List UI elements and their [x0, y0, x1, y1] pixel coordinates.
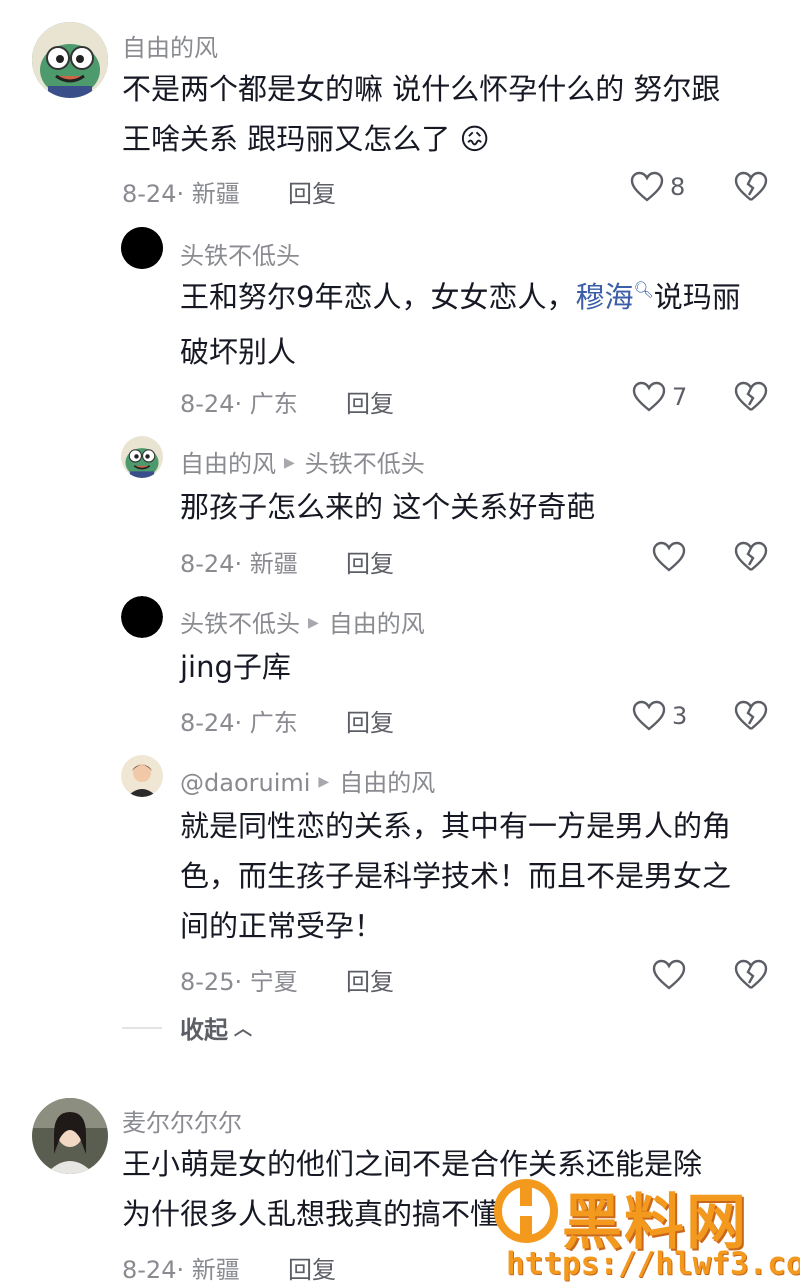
person-photo-avatar-icon — [121, 755, 163, 797]
watermark-url: https://hlwf3.com — [506, 1246, 800, 1282]
comment-author[interactable]: 麦尔尔尔尔 — [122, 1103, 242, 1138]
avatar[interactable] — [121, 755, 163, 797]
comment-meta: 8-24· 广东 — [180, 390, 298, 418]
avatar[interactable] — [121, 596, 163, 638]
comment-author[interactable]: 头铁不低头 — [180, 236, 300, 271]
heart-icon — [652, 541, 686, 572]
dislike-button[interactable] — [734, 700, 768, 736]
reply-button[interactable]: 回复 — [346, 384, 394, 419]
dislike-button[interactable] — [734, 541, 768, 577]
watermark: 黑料网 https://hlwf3.com — [490, 1170, 800, 1288]
comment-meta: 8-24· 新疆 — [180, 550, 298, 578]
broken-heart-icon — [734, 381, 768, 411]
broken-heart-icon — [734, 959, 768, 989]
comment-author[interactable]: @daoruimi — [180, 769, 310, 797]
avatar[interactable] — [32, 1098, 108, 1174]
reply-to-author[interactable]: 头铁不低头 — [305, 450, 425, 478]
black-circle-avatar-icon — [121, 596, 163, 638]
collapse-replies-button[interactable]: 收起 ︿ — [122, 1010, 252, 1045]
heart-icon — [632, 381, 666, 412]
play-arrow-icon: ▶ — [284, 455, 295, 471]
broken-heart-icon — [734, 171, 768, 201]
comment-author[interactable]: 头铁不低头 — [180, 610, 300, 638]
reply-to-author[interactable]: 自由的风 — [339, 769, 435, 797]
comment-text: 那孩子怎么来的 这个关系好奇葩 — [180, 490, 596, 524]
reply-to-author[interactable]: 自由的风 — [329, 610, 425, 638]
woman-photo-avatar-icon — [32, 1098, 108, 1174]
dislike-button[interactable] — [734, 959, 768, 995]
comment-meta: 8-24· 新疆 — [122, 180, 240, 208]
heart-icon — [632, 700, 666, 731]
comment-meta: 8-24· 广东 — [180, 709, 298, 737]
collapse-label: 收起 — [180, 1016, 228, 1044]
comment-text: jing子库 — [180, 650, 291, 684]
comment-meta: 8-24· 新疆 — [122, 1256, 240, 1284]
reply-button[interactable]: 回复 — [288, 1250, 336, 1285]
comment-text: 就是同性恋的关系，其中有一方是男人的角 色，而生孩子是科学技术！而且不是男女之 … — [180, 809, 732, 943]
like-count: 3 — [672, 702, 688, 730]
like-count: 8 — [670, 173, 686, 201]
like-count: 7 — [672, 383, 688, 411]
broken-heart-icon — [734, 541, 768, 571]
comment-author[interactable]: 自由的风 — [122, 28, 218, 63]
dislike-button[interactable] — [734, 381, 768, 417]
play-arrow-icon: ▶ — [318, 774, 330, 790]
comment-author-line: 头铁不低头 ▶ 自由的风 — [180, 604, 425, 639]
comment-author-line: 自由的风 ▶ 头铁不低头 — [180, 444, 425, 479]
comment-meta: 8-25· 宁夏 — [180, 968, 298, 996]
reply-button[interactable]: 回复 — [288, 174, 336, 209]
divider — [122, 1026, 162, 1029]
sad-face-emoji: 😖 — [459, 122, 490, 156]
comment-text: 王和努尔9年恋人，女女恋人，穆海🔍︎说玛丽 破坏别人 — [180, 280, 741, 369]
like-button[interactable] — [652, 959, 686, 991]
comment-author[interactable]: 自由的风 — [180, 450, 276, 478]
avatar[interactable] — [121, 436, 163, 478]
search-icon: 🔍︎ — [633, 280, 654, 299]
mention-link[interactable]: 穆海🔍︎ — [575, 280, 653, 314]
avatar[interactable] — [32, 22, 108, 98]
reply-button[interactable]: 回复 — [346, 962, 394, 997]
like-button[interactable]: 7 — [632, 381, 687, 413]
like-button[interactable]: 8 — [630, 171, 685, 203]
dislike-button[interactable] — [734, 171, 768, 207]
heart-icon — [652, 959, 686, 990]
chevron-up-icon: ︿ — [234, 1018, 252, 1040]
like-button[interactable]: 3 — [632, 700, 687, 732]
black-circle-avatar-icon — [121, 227, 163, 269]
play-arrow-icon: ▶ — [308, 615, 319, 631]
reply-button[interactable]: 回复 — [346, 703, 394, 738]
cartoon-frog-avatar-icon — [32, 22, 108, 98]
like-button[interactable] — [652, 541, 686, 573]
heart-icon — [630, 171, 664, 202]
cartoon-frog-avatar-icon — [121, 436, 163, 478]
comment-text: 不是两个都是女的嘛 说什么怀孕什么的 努尔跟 王啥关系 跟玛丽又怎么了 😖 — [122, 72, 721, 156]
reply-button[interactable]: 回复 — [346, 544, 394, 579]
watermark-logo-icon — [494, 1179, 558, 1243]
comment-author-line: @daoruimi ▶ 自由的风 — [180, 763, 435, 798]
avatar[interactable] — [121, 227, 163, 269]
broken-heart-icon — [734, 700, 768, 730]
